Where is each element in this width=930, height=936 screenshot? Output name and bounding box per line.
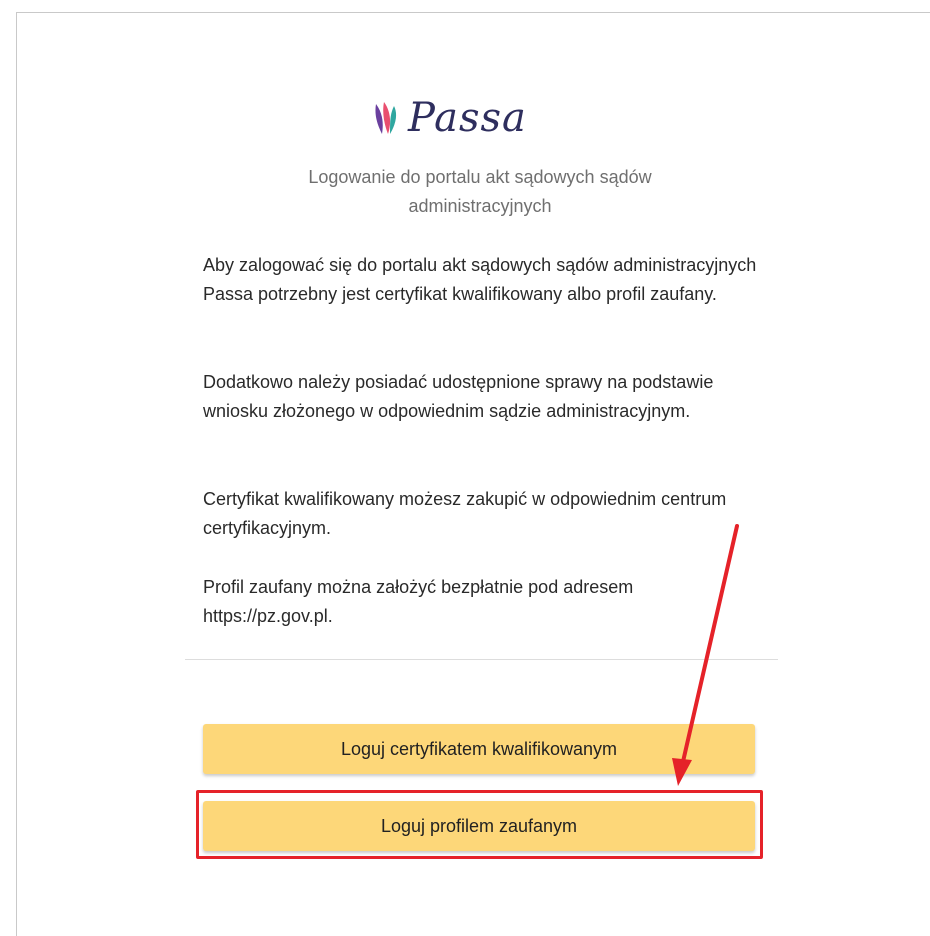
info-paragraph-certificate: Certyfikat kwalifikowany możesz zakupić … — [203, 489, 727, 538]
info-paragraph-trusted-profile: Profil zaufany można założyć bezpłatnie … — [203, 577, 634, 626]
info-paragraph-shared-cases: Dodatkowo należy posiadać udostępnione s… — [203, 372, 714, 421]
page-subtitle: Logowanie do portalu akt sądowych sądów … — [308, 167, 652, 216]
login-card — [16, 12, 930, 936]
passa-logo: Passa — [372, 88, 572, 148]
logo-wordmark: Passa — [408, 95, 527, 141]
info-paragraph-requirements: Aby zalogować się do portalu akt sądowyc… — [203, 255, 757, 304]
login-trusted-profile-button[interactable]: Loguj profilem zaufanym — [203, 801, 755, 851]
section-divider — [185, 659, 778, 660]
login-certificate-button[interactable]: Loguj certyfikatem kwalifikowanym — [203, 724, 755, 774]
feather-logo-icon — [375, 102, 397, 134]
